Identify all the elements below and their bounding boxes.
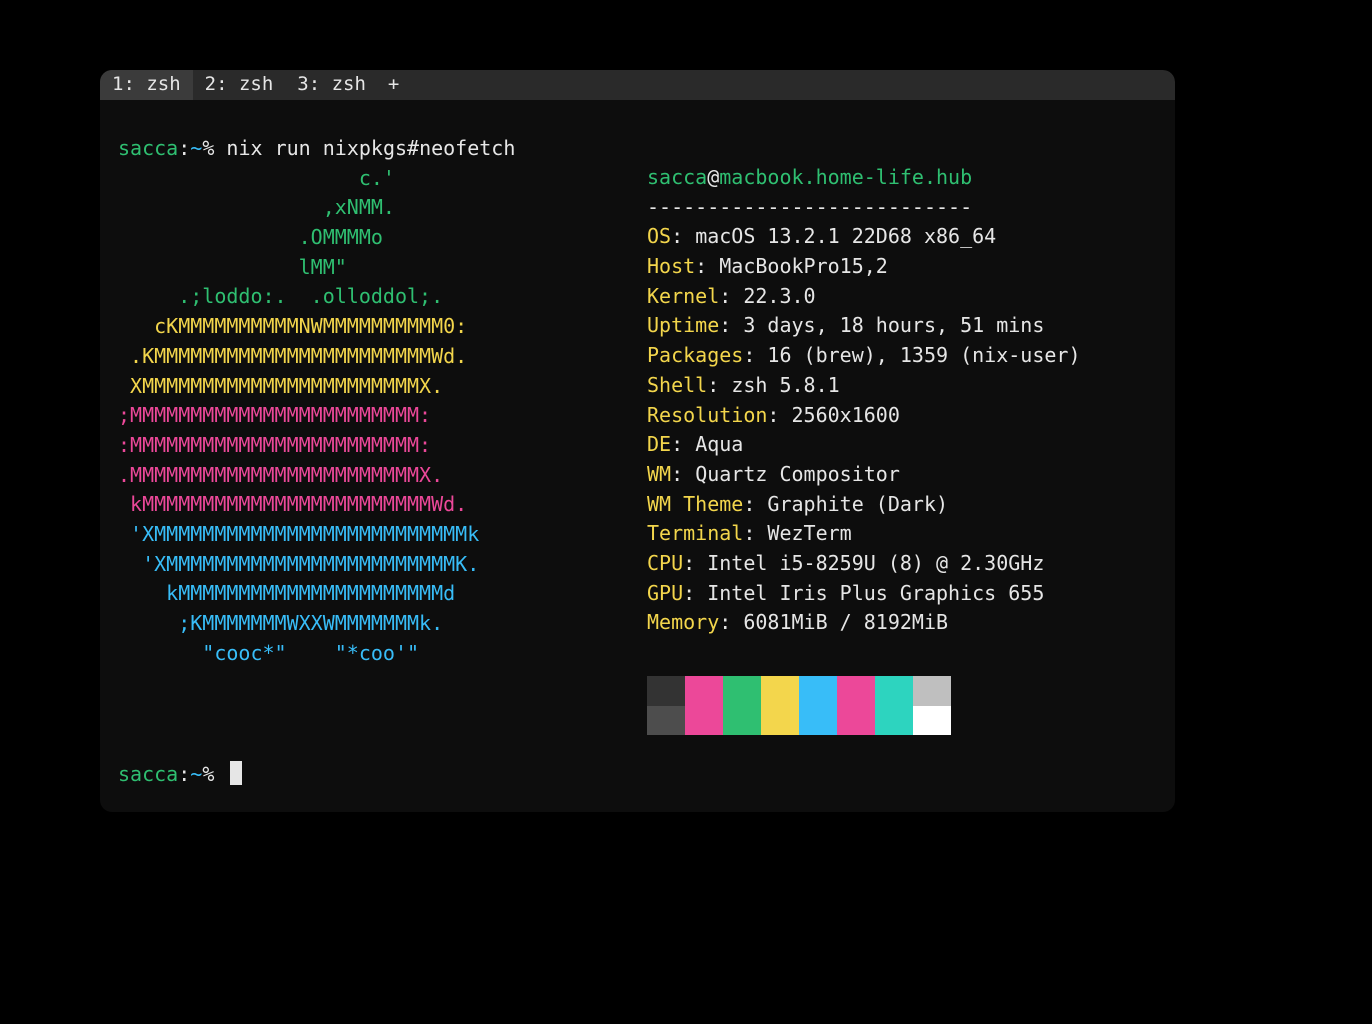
info-key: WM Theme: [647, 492, 743, 516]
palette-swatch: [837, 706, 875, 736]
info-row: Shell: zsh 5.8.1: [647, 371, 1167, 401]
prompt-sign: %: [202, 762, 214, 786]
terminal-window: 1: zsh 2: zsh 3: zsh + sacca:~% nix run …: [100, 70, 1175, 812]
info-row: WM: Quartz Compositor: [647, 460, 1167, 490]
tab-bar: 1: zsh 2: zsh 3: zsh +: [100, 70, 1175, 100]
info-key: GPU: [647, 581, 683, 605]
tab-label: 1: zsh: [112, 70, 181, 100]
info-value: macOS 13.2.1 22D68 x86_64: [695, 224, 996, 248]
info-row: Host: MacBookPro15,2: [647, 252, 1167, 282]
logo-line: 'XMMMMMMMMMMMMMMMMMMMMMMMMK.: [118, 550, 530, 580]
palette-row-normal: [647, 676, 951, 706]
cursor: [230, 761, 242, 785]
palette-swatch: [647, 706, 685, 736]
info-key: Shell: [647, 373, 707, 397]
info-key: Terminal: [647, 521, 743, 545]
info-key: Kernel: [647, 284, 719, 308]
info-value: 6081MiB / 8192MiB: [743, 610, 948, 634]
info-key: WM: [647, 462, 671, 486]
palette-swatch: [913, 676, 951, 706]
palette-swatch: [761, 706, 799, 736]
logo-line: ;KMMMMMMMWXXWMMMMMMMk.: [118, 609, 530, 639]
logo-line: lMM": [118, 253, 530, 283]
logo-line: kMMMMMMMMMMMMMMMMMMMMMMd: [118, 579, 530, 609]
plus-icon: +: [388, 73, 399, 95]
tab-3[interactable]: 3: zsh: [285, 70, 378, 100]
info-value: Graphite (Dark): [767, 492, 948, 516]
logo-line: 'XMMMMMMMMMMMMMMMMMMMMMMMMMMk: [118, 520, 530, 550]
info-row: GPU: Intel Iris Plus Graphics 655: [647, 579, 1167, 609]
info-key: DE: [647, 432, 671, 456]
info-value: Intel Iris Plus Graphics 655: [707, 581, 1044, 605]
info-row: Kernel: 22.3.0: [647, 282, 1167, 312]
palette-swatch: [799, 706, 837, 736]
system-info: sacca@macbook.home-life.hub-------------…: [647, 163, 1167, 638]
logo-line: kMMMMMMMMMMMMMMMMMMMMMMMMWd.: [118, 490, 530, 520]
info-value: 3 days, 18 hours, 51 mins: [743, 313, 1044, 337]
tab-2[interactable]: 2: zsh: [193, 70, 286, 100]
info-value: Intel i5-8259U (8) @ 2.30GHz: [707, 551, 1044, 575]
palette-swatch: [685, 706, 723, 736]
logo-line: :MMMMMMMMMMMMMMMMMMMMMMMM:: [118, 431, 530, 461]
tab-1[interactable]: 1: zsh: [100, 70, 193, 100]
info-key: Packages: [647, 343, 743, 367]
info-row: Terminal: WezTerm: [647, 519, 1167, 549]
tab-label: 3: zsh: [297, 70, 366, 100]
info-value: 16 (brew), 1359 (nix-user): [767, 343, 1080, 367]
info-value: 22.3.0: [743, 284, 815, 308]
info-row: WM Theme: Graphite (Dark): [647, 490, 1167, 520]
info-key: Resolution: [647, 403, 767, 427]
info-key: CPU: [647, 551, 683, 575]
logo-line: c.': [118, 164, 530, 194]
tab-label: 2: zsh: [205, 70, 274, 100]
palette-swatch: [799, 676, 837, 706]
logo-line: .;loddo:. .olloddol;.: [118, 282, 530, 312]
logo-line: .MMMMMMMMMMMMMMMMMMMMMMMMX.: [118, 461, 530, 491]
logo-line: .OMMMMo: [118, 223, 530, 253]
info-value: MacBookPro15,2: [719, 254, 888, 278]
info-value: Aqua: [695, 432, 743, 456]
logo-line: .KMMMMMMMMMMMMMMMMMMMMMMMWd.: [118, 342, 530, 372]
palette-row-bright: [647, 706, 951, 736]
logo-line: "cooc*" "*coo'": [118, 639, 530, 669]
info-value: WezTerm: [767, 521, 851, 545]
logo-line: XMMMMMMMMMMMMMMMMMMMMMMMX.: [118, 372, 530, 402]
logo-line: ;MMMMMMMMMMMMMMMMMMMMMMMM:: [118, 401, 530, 431]
info-key: Uptime: [647, 313, 719, 337]
prompt-path: ~: [190, 762, 202, 786]
info-value: Quartz Compositor: [695, 462, 900, 486]
info-separator: ---------------------------: [647, 193, 1167, 223]
palette-swatch: [837, 676, 875, 706]
info-header: sacca@macbook.home-life.hub: [647, 163, 1167, 193]
palette-swatch: [685, 676, 723, 706]
info-row: Memory: 6081MiB / 8192MiB: [647, 608, 1167, 638]
info-key: Host: [647, 254, 695, 278]
palette-swatch: [761, 676, 799, 706]
logo-line: ,xNMM.: [118, 193, 530, 223]
info-row: Uptime: 3 days, 18 hours, 51 mins: [647, 311, 1167, 341]
info-row: CPU: Intel i5-8259U (8) @ 2.30GHz: [647, 549, 1167, 579]
palette-swatch: [875, 676, 913, 706]
color-palette: [647, 676, 951, 735]
new-tab-button[interactable]: +: [378, 70, 409, 100]
info-key: Memory: [647, 610, 719, 634]
palette-swatch: [647, 676, 685, 706]
ascii-logo: c.' ,xNMM. .OMMMMo lMM" .;loddo:. .ollod…: [118, 134, 530, 668]
prompt-line-bottom: sacca:~%: [118, 760, 242, 790]
info-value: zsh 5.8.1: [731, 373, 839, 397]
info-row: Resolution: 2560x1600: [647, 401, 1167, 431]
palette-swatch: [723, 676, 761, 706]
terminal-body[interactable]: sacca:~% nix run nixpkgs#neofetch c.' ,x…: [100, 100, 1175, 104]
info-row: OS: macOS 13.2.1 22D68 x86_64: [647, 222, 1167, 252]
info-row: DE: Aqua: [647, 430, 1167, 460]
palette-swatch: [913, 706, 951, 736]
info-value: 2560x1600: [792, 403, 900, 427]
logo-line: cKMMMMMMMMMMNWMMMMMMMMMM0:: [118, 312, 530, 342]
palette-swatch: [723, 706, 761, 736]
info-row: Packages: 16 (brew), 1359 (nix-user): [647, 341, 1167, 371]
info-key: OS: [647, 224, 671, 248]
prompt-user: sacca: [118, 762, 178, 786]
palette-swatch: [875, 706, 913, 736]
